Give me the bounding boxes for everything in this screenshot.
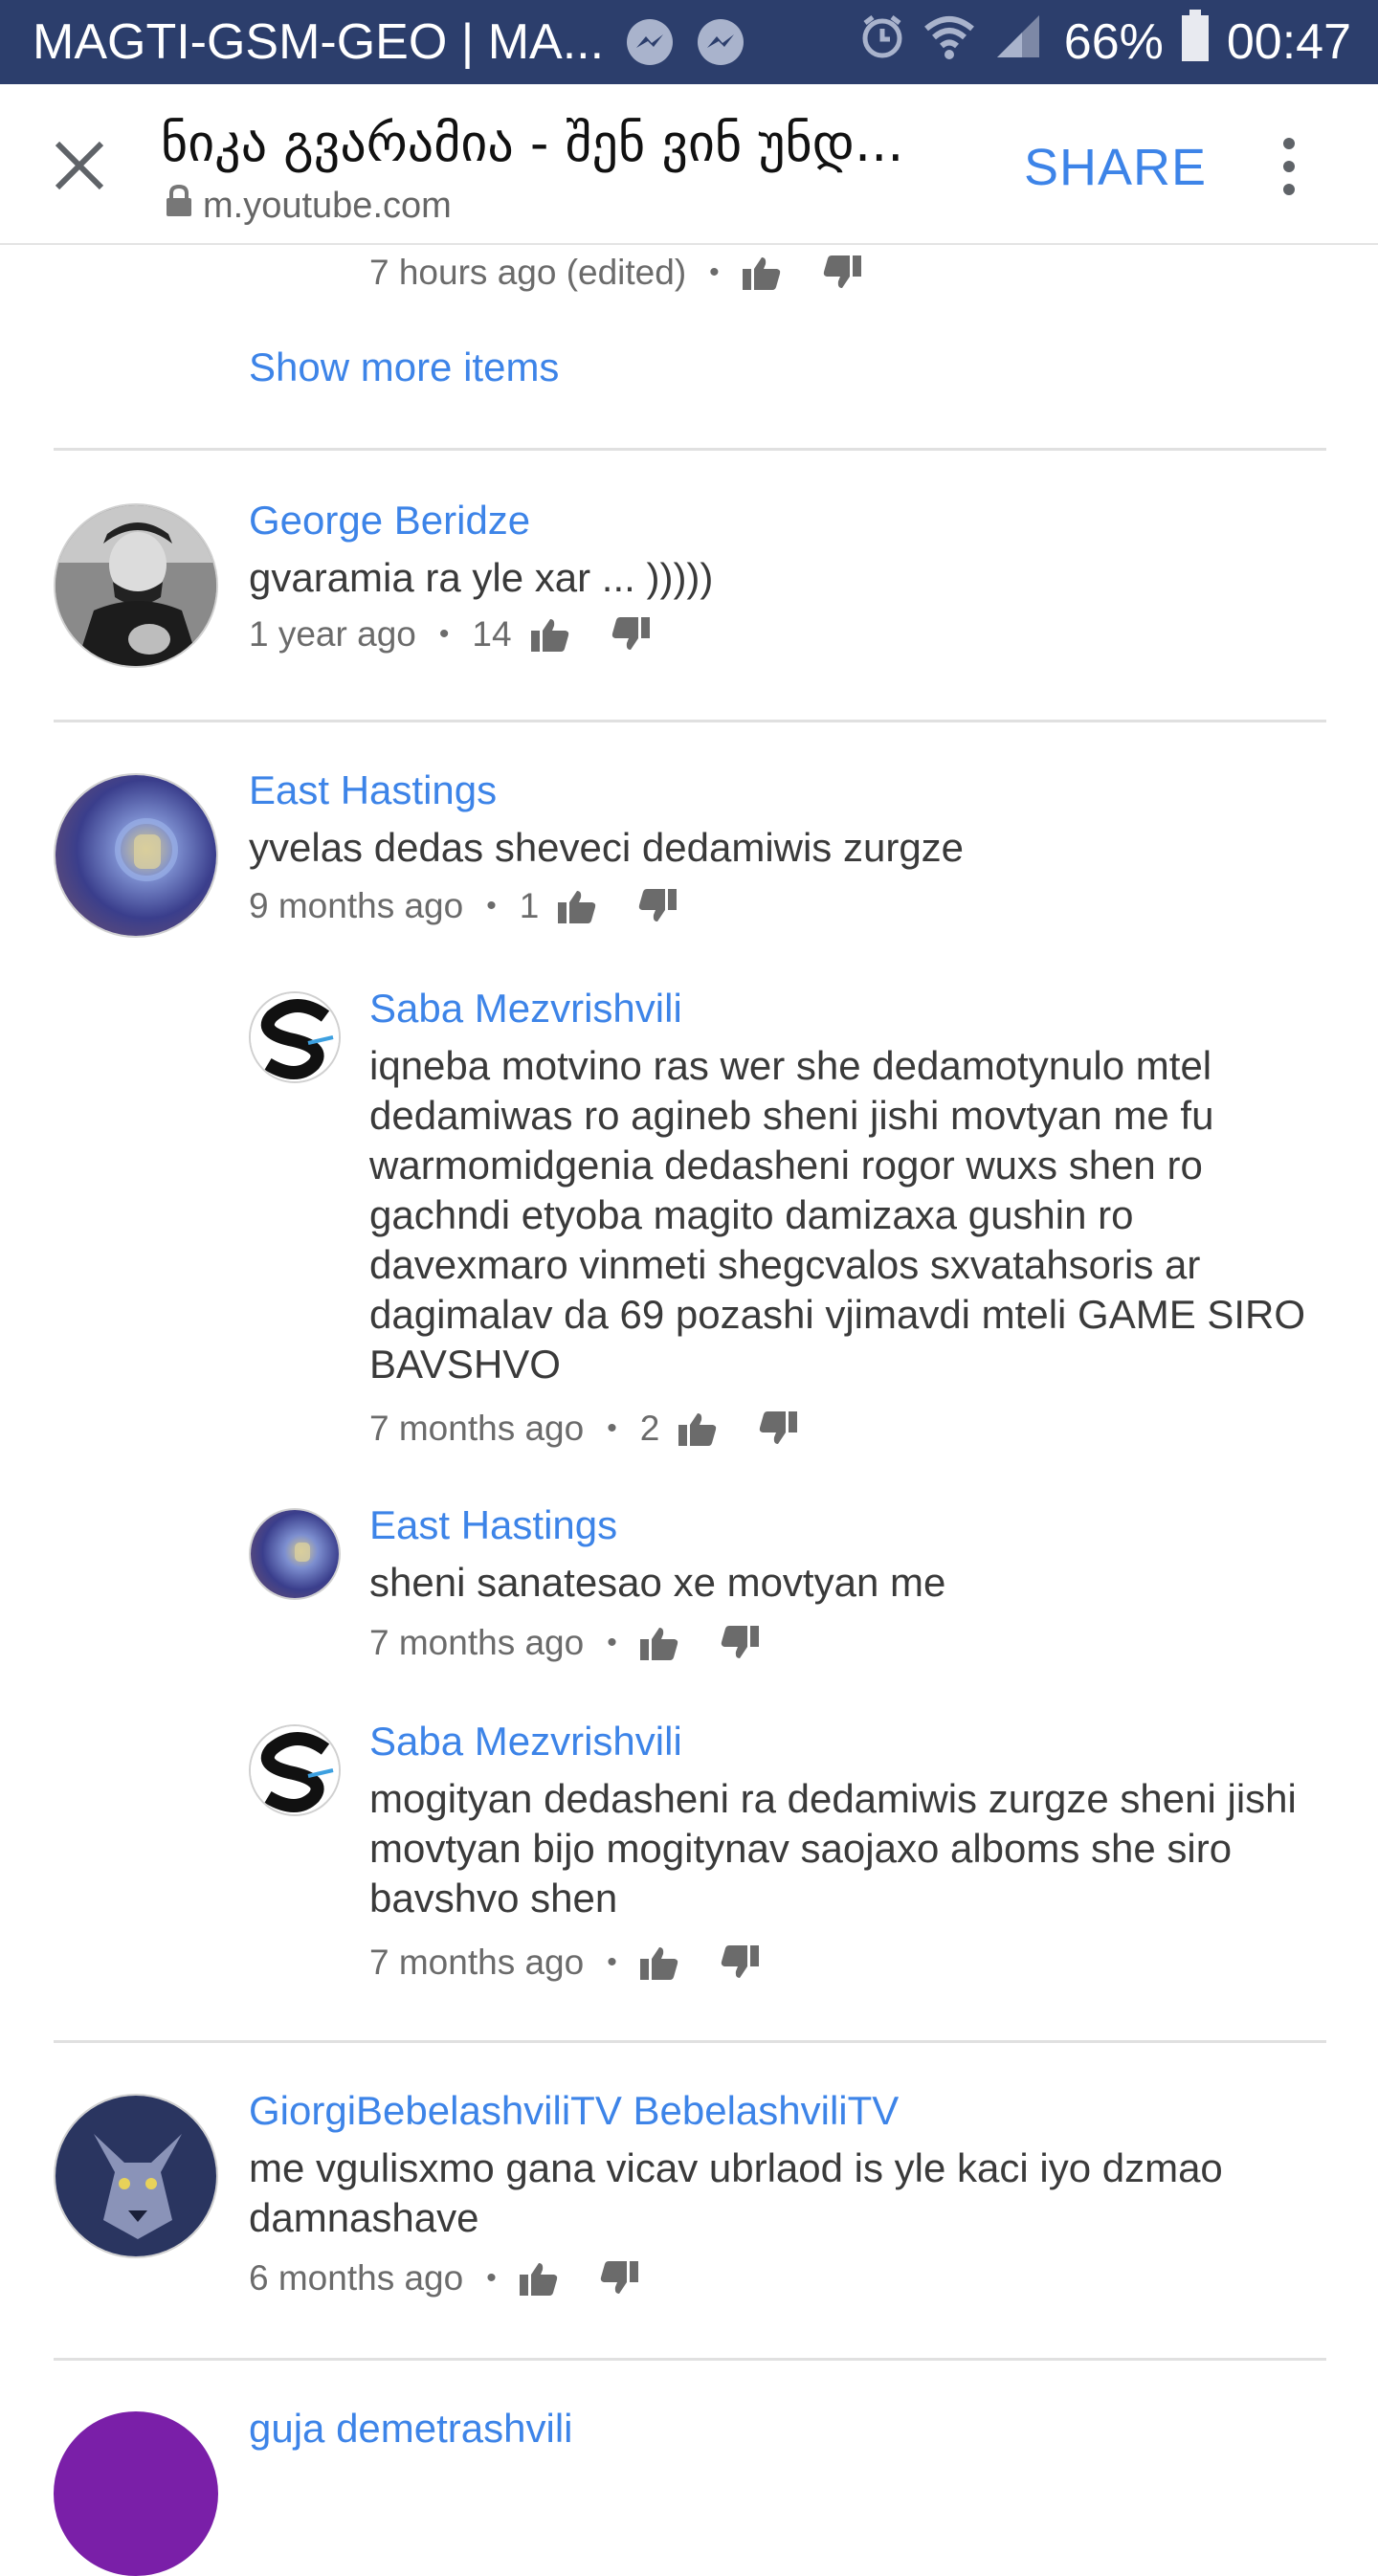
timestamp: 9 months ago (249, 886, 464, 925)
reply-text: sheni sanatesao xe movtyan me (369, 1560, 946, 1605)
reply-author[interactable]: Saba Mezvrishvili (369, 986, 682, 1032)
comment-author[interactable]: guja demetrashvili (249, 2406, 573, 2452)
share-button[interactable]: SHARE (1024, 138, 1207, 197)
thumbs-up-icon[interactable] (742, 255, 781, 290)
show-more-link[interactable]: Show more items (249, 344, 559, 390)
reply-text: mogityan dedasheni ra dedamiwis zurgze s… (369, 1776, 1297, 1921)
comment-author[interactable]: East Hastings (249, 767, 497, 813)
avatar[interactable] (54, 2094, 218, 2258)
timestamp: 7 months ago (369, 1409, 585, 1448)
messenger-icon (696, 17, 745, 67)
messenger-icon (625, 17, 675, 67)
divider (54, 2040, 1326, 2043)
thumbs-down-icon[interactable] (600, 2261, 638, 2296)
like-count: 14 (472, 614, 512, 654)
thumbs-down-icon[interactable] (759, 1411, 798, 1446)
timestamp: 6 months ago (249, 2258, 464, 2298)
reply-meta: 7 hours ago (edited) • (369, 253, 861, 293)
signal-icon (993, 11, 1043, 74)
comment-text: me vgulisxmo gana vicav ubrlaod is yle k… (249, 2145, 1223, 2240)
thumbs-up-icon[interactable] (678, 1411, 717, 1446)
reply-meta: 7 months ago • (369, 1943, 759, 1983)
comment-author[interactable]: George Beridze (249, 498, 530, 544)
timestamp: 7 hours ago (edited) (369, 253, 687, 292)
timestamp: 7 months ago (369, 1943, 585, 1982)
close-icon[interactable] (52, 138, 107, 193)
thumbs-down-icon[interactable] (611, 617, 650, 652)
comment-text: yvelas dedas sheveci dedamiwis zurgze (249, 825, 965, 870)
url-display: m.youtube.com (165, 184, 452, 228)
reply-author[interactable]: Saba Mezvrishvili (369, 1719, 682, 1765)
divider (54, 448, 1326, 451)
reply-author[interactable]: East Hastings (369, 1502, 617, 1548)
avatar[interactable] (54, 2411, 218, 2576)
timestamp: 1 year ago (249, 614, 416, 654)
divider (54, 2358, 1326, 2361)
avatar[interactable] (54, 773, 218, 938)
divider (54, 720, 1326, 722)
browser-toolbar: ნიკა გვარამია - შენ ვინ უნდ... m.youtube… (0, 84, 1378, 245)
url-text: m.youtube.com (203, 185, 452, 226)
more-options-icon[interactable] (1275, 134, 1303, 199)
thumbs-up-icon[interactable] (530, 617, 569, 652)
wifi-icon (922, 11, 976, 74)
like-count: 2 (639, 1409, 660, 1448)
clock-time: 00:47 (1226, 14, 1351, 70)
alarm-icon (859, 11, 905, 74)
avatar[interactable] (249, 1724, 341, 1816)
reply-meta: 7 months ago • 2 (369, 1409, 798, 1449)
comment-meta: 9 months ago • 1 (249, 886, 678, 926)
thumbs-up-icon[interactable] (639, 1945, 678, 1980)
thumbs-down-icon[interactable] (823, 255, 861, 290)
thumbs-down-icon[interactable] (721, 1626, 759, 1660)
battery-percent: 66% (1063, 14, 1164, 70)
avatar[interactable] (249, 991, 341, 1083)
comment-author[interactable]: GiorgiBebelashviliTV BebelashviliTV (249, 2088, 899, 2134)
comment-meta: 1 year ago • 14 (249, 614, 650, 655)
timestamp: 7 months ago (369, 1623, 585, 1662)
reply-text: iqneba motvino ras wer she dedamotynulo … (369, 1043, 1306, 1387)
reply-meta: 7 months ago • (369, 1623, 759, 1663)
avatar[interactable] (54, 503, 218, 668)
thumbs-down-icon[interactable] (721, 1945, 759, 1980)
thumbs-down-icon[interactable] (638, 889, 678, 923)
comment-text: gvaramia ra yle xar ... ))))) (249, 555, 714, 600)
avatar[interactable] (249, 1508, 341, 1600)
carrier-name: MAGTI-GSM-GEO | MA... (33, 14, 605, 70)
comment-meta: 6 months ago • (249, 2258, 638, 2298)
battery-icon (1181, 9, 1210, 76)
thumbs-up-icon[interactable] (639, 1626, 678, 1660)
status-bar: MAGTI-GSM-GEO | MA... 66% 00:47 (0, 0, 1378, 84)
lock-icon (165, 184, 193, 228)
thumbs-up-icon[interactable] (519, 2261, 558, 2296)
thumbs-up-icon[interactable] (558, 889, 596, 923)
like-count: 1 (519, 886, 540, 925)
page-title: ნიკა გვარამია - შენ ვინ უნდ... (161, 113, 904, 173)
